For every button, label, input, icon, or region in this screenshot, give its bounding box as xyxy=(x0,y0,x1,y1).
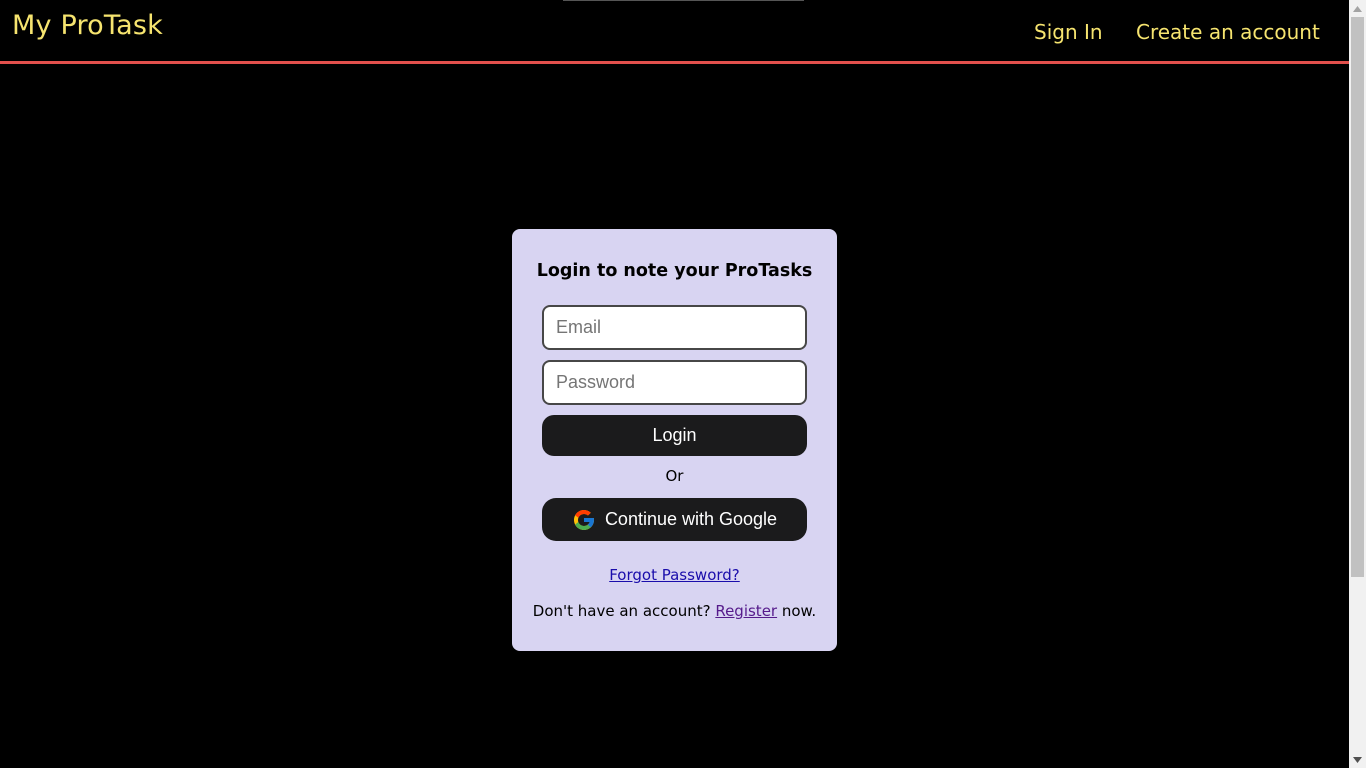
scroll-down-arrow-icon[interactable] xyxy=(1349,751,1366,768)
login-button[interactable]: Login xyxy=(542,415,807,456)
nav-create-account-link[interactable]: Create an account xyxy=(1136,20,1320,44)
register-prefix-text: Don't have an account? xyxy=(532,602,716,620)
login-card-title: Login to note your ProTasks xyxy=(536,261,813,281)
login-card: Login to note your ProTasks Login Or Con… xyxy=(512,229,837,651)
page-viewport: My ProTask Sign In Create an account Log… xyxy=(0,0,1349,768)
brand-logo[interactable]: My ProTask xyxy=(12,10,163,41)
register-prompt: Don't have an account? Register now. xyxy=(512,602,837,620)
navbar: My ProTask Sign In Create an account xyxy=(0,0,1349,64)
register-link[interactable]: Register xyxy=(715,602,777,620)
login-button-label: Login xyxy=(652,425,697,445)
email-field[interactable] xyxy=(542,305,807,350)
vertical-scrollbar[interactable] xyxy=(1349,0,1366,768)
continue-with-google-button[interactable]: Continue with Google xyxy=(542,498,807,541)
forgot-password-row: Forgot Password? xyxy=(512,566,837,584)
google-button-label: Continue with Google xyxy=(604,509,778,529)
register-suffix-text: now. xyxy=(777,602,817,620)
scroll-up-arrow-icon[interactable] xyxy=(1349,0,1366,17)
forgot-password-link[interactable]: Forgot Password? xyxy=(609,566,740,584)
or-divider-text: Or xyxy=(665,467,684,485)
google-g-icon xyxy=(572,508,596,532)
nav-sign-in-link[interactable]: Sign In xyxy=(1034,20,1103,44)
scrollbar-thumb[interactable] xyxy=(1351,17,1364,577)
password-field[interactable] xyxy=(542,360,807,405)
